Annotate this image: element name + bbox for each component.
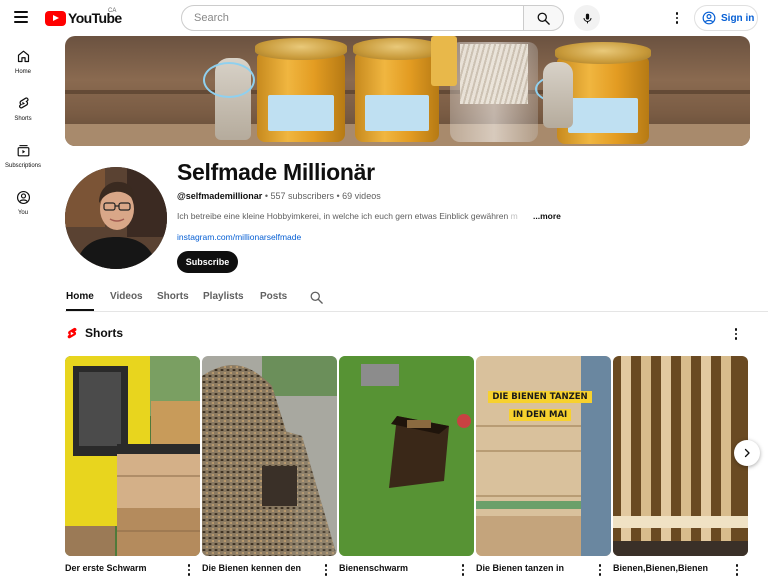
sidebar-item-subscriptions[interactable]: Subscriptions	[0, 141, 46, 181]
more-vert-icon	[598, 563, 602, 576]
home-icon	[14, 47, 32, 65]
short-card[interactable]: Der erste Schwarm	[65, 356, 200, 576]
more-vert-icon	[324, 563, 328, 576]
search-button[interactable]	[523, 5, 564, 31]
channel-banner	[65, 36, 750, 146]
search-input[interactable]	[181, 5, 524, 31]
chevron-right-icon	[744, 448, 750, 458]
tab-home[interactable]: Home	[66, 283, 94, 311]
tabs-divider	[65, 311, 768, 312]
short-thumbnail	[202, 356, 337, 556]
description-fade: m	[508, 211, 518, 221]
short-title: Der erste Schwarm	[65, 563, 147, 573]
channel-description: Ich betreibe eine kleine Hobbyimkerei, i…	[177, 211, 537, 221]
sidebar-item-shorts[interactable]: Shorts	[0, 94, 46, 134]
avatar-photo	[65, 167, 167, 269]
banner-ribbon	[203, 62, 255, 98]
short-thumbnail: DIE BIENEN TANZEN IN DEN MAI	[476, 356, 611, 556]
more-vert-icon	[734, 327, 738, 341]
video-count: 69 videos	[342, 191, 381, 201]
short-card[interactable]: DIE BIENEN TANZEN IN DEN MAI Die Bienen …	[476, 356, 611, 576]
more-vert-icon	[461, 563, 465, 576]
shelf-menu-button[interactable]	[728, 326, 744, 342]
more-vert-icon	[735, 563, 739, 576]
short-overlay-text: DIE BIENEN TANZEN IN DEN MAI	[484, 386, 596, 422]
banner-glass	[450, 42, 538, 142]
short-menu-button[interactable]	[594, 563, 606, 576]
tab-shorts[interactable]: Shorts	[157, 283, 189, 311]
honey-jar	[255, 38, 347, 142]
description-text: Ich betreibe eine kleine Hobbyimkerei, i…	[177, 211, 509, 221]
channel-external-link[interactable]: instagram.com/millionarselfmade	[177, 232, 301, 242]
sidebar-item-label: Subscriptions	[4, 163, 42, 169]
you-icon	[14, 188, 32, 206]
tab-videos[interactable]: Videos	[110, 283, 143, 311]
search-box	[181, 5, 564, 31]
short-title: Die Bienen tanzen in	[476, 563, 565, 573]
short-title: Die Bienen kennen den	[202, 563, 302, 573]
subscriptions-icon	[14, 141, 32, 159]
voice-search-button[interactable]	[574, 5, 600, 31]
short-thumbnail	[613, 356, 748, 556]
subscribe-button[interactable]: Subscribe	[177, 251, 238, 273]
search-icon	[537, 12, 550, 25]
tab-playlists[interactable]: Playlists	[203, 283, 244, 311]
sidebar-item-label: Home	[14, 69, 31, 75]
short-menu-button[interactable]	[731, 563, 743, 576]
short-card[interactable]: Die Bienen kennen den	[202, 356, 337, 576]
short-menu-button[interactable]	[457, 563, 469, 576]
youtube-play-icon	[45, 10, 66, 26]
sidebar-item-label: You	[17, 210, 29, 216]
subscriber-count: 557 subscribers	[270, 191, 335, 201]
channel-meta: @selfmademillionar • 557 subscribers • 6…	[177, 191, 381, 201]
sign-in-button[interactable]: Sign in	[694, 5, 758, 31]
sidebar-item-label: Shorts	[14, 116, 32, 122]
overlay-line-1: DIE BIENEN TANZEN	[488, 391, 592, 403]
shelf-next-button[interactable]	[734, 440, 760, 466]
more-vert-icon	[675, 11, 679, 25]
channel-avatar	[65, 167, 167, 269]
tab-posts[interactable]: Posts	[260, 283, 287, 311]
short-menu-button[interactable]	[183, 563, 195, 576]
account-icon	[702, 11, 716, 25]
banner-figurine	[543, 62, 573, 128]
country-code: CA	[108, 8, 117, 14]
short-menu-button[interactable]	[320, 563, 332, 576]
shorts-icon	[14, 94, 32, 112]
microphone-icon	[582, 13, 592, 23]
shorts-shelf-title: Shorts	[85, 326, 124, 340]
channel-handle: @selfmademillionar	[177, 191, 263, 201]
short-card[interactable]: Bienen,Bienen,Bienen	[613, 356, 748, 576]
short-title: Bienen,Bienen,Bienen	[613, 563, 709, 573]
tab-search-icon[interactable]	[309, 290, 324, 305]
more-vert-icon	[187, 563, 191, 576]
short-thumbnail	[65, 356, 200, 556]
short-card[interactable]: Bienenschwarm	[339, 356, 474, 576]
shorts-logo-icon	[67, 327, 77, 339]
meta-separator: •	[334, 191, 343, 201]
sidebar-item-home[interactable]: Home	[0, 47, 46, 87]
hamburger-menu-icon[interactable]	[14, 11, 28, 23]
sign-in-label: Sign in	[721, 12, 755, 24]
short-title: Bienenschwarm	[339, 563, 409, 573]
overlay-line-2: IN DEN MAI	[508, 409, 572, 421]
banner-bottle	[431, 36, 457, 86]
settings-menu-button[interactable]	[668, 9, 686, 27]
short-thumbnail	[339, 356, 474, 556]
channel-name: Selfmade Millionär	[177, 159, 375, 185]
description-more-link[interactable]: ...more	[533, 211, 561, 221]
sidebar-item-you[interactable]: You	[0, 188, 46, 228]
top-bar: YouTube CA Sign in	[0, 0, 768, 36]
honey-jar	[353, 38, 441, 142]
